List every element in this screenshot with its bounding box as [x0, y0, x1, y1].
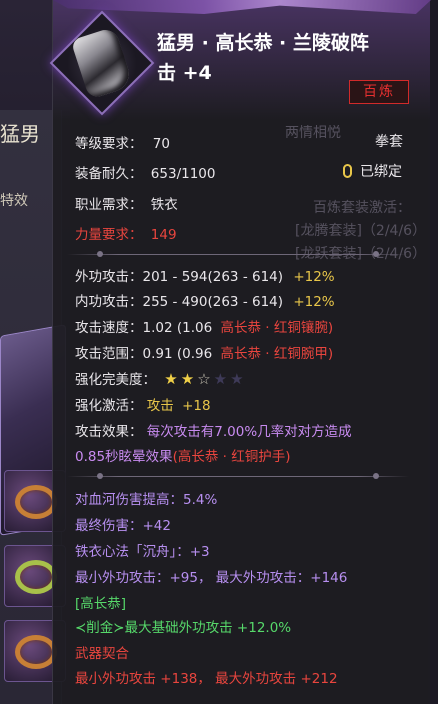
level-value: 70	[152, 136, 170, 152]
forge-badge: 百炼	[349, 80, 409, 104]
set-effect-prefix: ≺削金≻	[75, 620, 125, 636]
ghost-text: [龙跃套装]（2/4/6）	[295, 246, 427, 262]
perfection-label: 强化完美度：	[75, 372, 156, 388]
attack-effect: 攻击效果： 每次攻击有7.00%几率对对方造成	[75, 420, 352, 440]
attribute-4: 最小外功攻击：+95， 最大外功攻击：+146	[75, 570, 348, 586]
attack-speed-value: 1.02 (1.06	[142, 320, 213, 336]
outer-attack-label: 外功攻击：	[75, 269, 143, 285]
item-name-line-1: 猛男 · 高长恭 · 兰陵破阵	[157, 32, 369, 54]
ghost-text: 两情相悦	[285, 125, 341, 141]
perfection-stars: ★ ★ ☆ ★ ★	[164, 370, 246, 388]
durability-value: 653/1100	[150, 166, 216, 182]
effect-text: 每次攻击有7.00%几率对对方造成	[146, 424, 352, 440]
inner-attack-label: 内功攻击：	[75, 294, 143, 310]
star-icon: ★	[164, 370, 178, 388]
tooltip-ornament	[53, 0, 431, 14]
effect-text-2: 0.85秒眩晕效果	[75, 449, 173, 465]
attack-speed-source: 高长恭 · 红铜镶腕)	[220, 320, 334, 336]
level-label: 等级要求：	[75, 136, 143, 152]
class-requirement: 职业需求： 铁衣	[75, 193, 178, 213]
section-divider	[67, 473, 409, 479]
contract-bonus: 最小外功攻击 +138， 最大外功攻击 +212	[75, 671, 338, 687]
star-icon: ★	[230, 370, 244, 388]
inner-attack-value: 255 - 490(263 - 614)	[142, 294, 284, 310]
effect-label-fragment: 特效	[0, 193, 28, 209]
enhance-activation: 强化激活： 攻击 +18	[75, 394, 211, 414]
inner-attack: 内功攻击：255 - 490(263 - 614) +12%	[75, 290, 335, 310]
class-label: 职业需求：	[75, 197, 143, 213]
ghost-text: [龙腾套装]（2/4/6）	[295, 223, 427, 239]
ring-icon	[15, 485, 57, 519]
outer-attack: 外功攻击：201 - 594(263 - 614) +12%	[75, 265, 335, 285]
strength-requirement: 力量要求： 149	[75, 223, 177, 243]
activation-value: 攻击	[146, 398, 174, 414]
attribute-2: 最终伤害：+42	[75, 518, 171, 534]
class-value: 铁衣	[150, 197, 178, 213]
strength-value: 149	[150, 227, 177, 243]
strength-label: 力量要求：	[75, 227, 143, 243]
attack-range-source: 高长恭 · 红铜腕甲)	[220, 346, 334, 362]
item-type: 拳套	[375, 134, 403, 150]
item-name: 猛男 · 高长恭 · 兰陵破阵 击 +4	[157, 28, 425, 88]
durability-label: 装备耐久：	[75, 166, 143, 182]
star-icon: ☆	[197, 370, 211, 388]
outer-attack-value: 201 - 594(263 - 614)	[142, 269, 284, 285]
effect-label: 攻击效果：	[75, 424, 143, 440]
bound-status: 已绑定	[343, 161, 402, 181]
ring-icon	[15, 560, 57, 594]
attack-speed-label: 攻击速度：	[75, 320, 143, 336]
set-effect: ≺削金≻最大基础外功攻击 +12.0%	[75, 616, 291, 636]
bound-text: 已绑定	[360, 164, 402, 180]
activation-label: 强化激活：	[75, 398, 143, 414]
attack-range: 攻击范围：0.91 (0.96 高长恭 · 红铜腕甲)	[75, 342, 333, 362]
durability: 装备耐久： 653/1100	[75, 162, 215, 182]
attack-range-value: 0.91 (0.96	[142, 346, 213, 362]
enhance-perfection: 强化完美度： ★ ★ ☆ ★ ★	[75, 368, 247, 388]
character-name-fragment: 猛男	[0, 122, 40, 146]
attribute-1: 对血河伤害提高：5.4%	[75, 492, 218, 508]
inner-attack-bonus: +12%	[293, 294, 335, 310]
chain-icon	[343, 164, 352, 178]
ghost-text: 百炼套装激活：	[313, 200, 411, 216]
attribute-3: 铁衣心法「沉舟」：+3	[75, 544, 210, 560]
attack-speed: 攻击速度：1.02 (1.06 高长恭 · 红铜镶腕)	[75, 316, 333, 336]
set-effect-text: 最大基础外功攻击 +12.0%	[124, 620, 292, 636]
ring-icon	[15, 635, 57, 669]
item-tooltip: 两情相悦 百炼套装激活： [龙腾套装]（2/4/6） [龙跃套装]（2/4/6）…	[49, 0, 431, 704]
attack-range-label: 攻击范围：	[75, 346, 143, 362]
activation-bonus: +18	[182, 398, 211, 414]
weapon-contract: 武器契合	[75, 646, 129, 662]
set-tag: [高长恭]	[75, 596, 127, 612]
attack-effect-cont: 0.85秒眩晕效果(高长恭 · 红铜护手)	[75, 445, 290, 465]
star-icon: ★	[180, 370, 195, 388]
level-requirement: 等级要求： 70	[75, 132, 170, 152]
section-divider	[67, 251, 409, 257]
outer-attack-bonus: +12%	[293, 269, 335, 285]
item-icon-frame	[49, 10, 155, 116]
star-icon: ★	[213, 370, 228, 388]
effect-source: (高长恭 · 红铜护手)	[172, 449, 291, 465]
